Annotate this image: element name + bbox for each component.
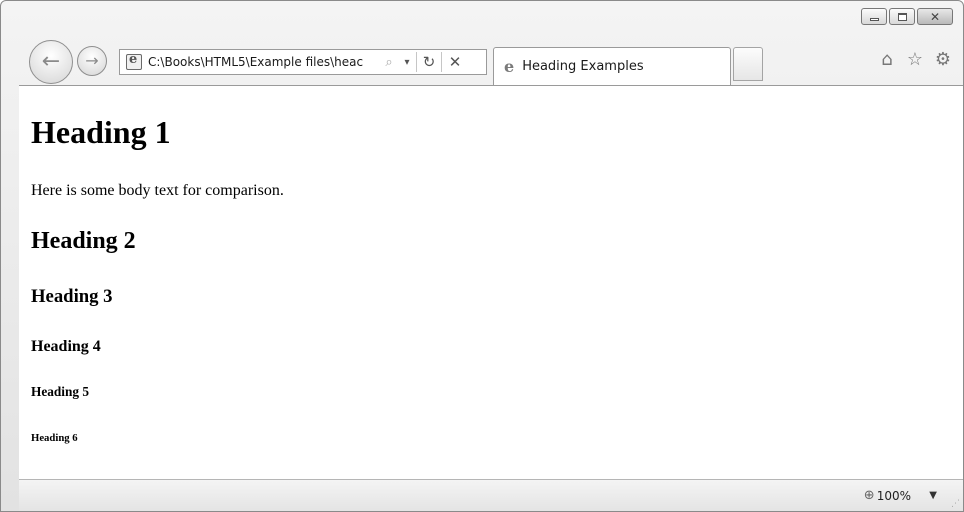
home-icon[interactable]: ⌂ [877,51,897,69]
ie-icon: e [504,57,515,76]
back-button[interactable]: ← [29,40,73,84]
status-bar: ⊕ 100% ▼ ⋰ [19,479,963,511]
tab-heading-examples[interactable]: e Heading Examples [493,47,731,85]
resize-grip-icon[interactable]: ⋰ [951,499,960,509]
page-icon [126,52,142,70]
navigation-bar: ← → C:\Books\HTML5\Example files\heac ⌕ … [1,1,963,85]
stop-icon[interactable]: ✕ [442,50,468,74]
favorites-star-icon[interactable]: ☆ [905,51,925,69]
tab-label: Heading Examples [522,59,644,74]
new-tab-button[interactable] [733,47,763,81]
zoom-dropdown-icon[interactable]: ▼ [929,490,937,501]
heading-3: Heading 3 [31,286,113,307]
page-content: Heading 1 Here is some body text for com… [19,85,963,479]
address-url[interactable]: C:\Books\HTML5\Example files\heac [148,55,380,69]
tools-gear-icon[interactable]: ⚙ [933,51,953,69]
heading-5: Heading 5 [31,384,89,399]
heading-1: Heading 1 [31,114,171,150]
zoom-control[interactable]: ⊕ 100% [864,488,911,503]
forward-arrow-icon: → [85,51,99,70]
zoom-icon: ⊕ [863,488,875,503]
browser-window: ✕ ← → C:\Books\HTML5\Example files\heac … [0,0,964,512]
address-dropdown-icon[interactable]: ▾ [398,50,416,74]
zoom-level: 100% [876,488,911,503]
command-icons: ⌂ ☆ ⚙ [877,51,953,69]
address-bar[interactable]: C:\Books\HTML5\Example files\heac ⌕ ▾ ↻ … [119,49,487,75]
search-icon[interactable]: ⌕ [380,50,398,74]
back-arrow-icon: ← [41,49,61,74]
heading-2: Heading 2 [31,228,136,254]
heading-4: Heading 4 [31,338,101,355]
refresh-icon[interactable]: ↻ [417,50,441,74]
body-text: Here is some body text for comparison. [31,182,284,199]
heading-6: Heading 6 [31,432,78,444]
forward-button[interactable]: → [77,46,107,76]
